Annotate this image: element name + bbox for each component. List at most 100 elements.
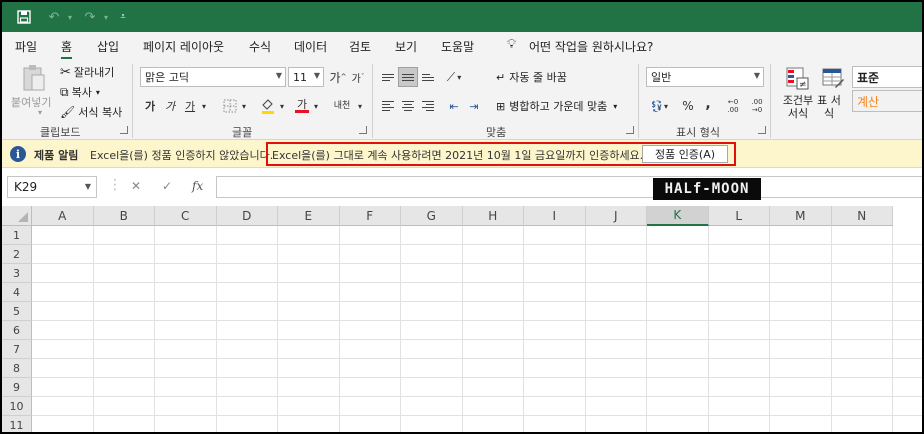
copy-button[interactable]: ⧉ 복사 ▾ [60, 84, 100, 100]
sheet-row[interactable] [32, 321, 922, 340]
row-header-1[interactable]: 1 [2, 226, 32, 245]
wrap-text-button[interactable]: ↵ 자동 줄 바꿈 [496, 69, 567, 85]
align-center-button[interactable] [398, 96, 418, 116]
format-as-table-button[interactable]: 표 서식 [815, 94, 843, 120]
customize-icon[interactable]: ⩡ [116, 7, 130, 27]
tab-home[interactable]: 홈 [61, 38, 73, 59]
underline-dropdown-icon[interactable]: ▾ [198, 96, 210, 116]
cut-button[interactable]: ✂ 잘라내기 [60, 64, 114, 80]
redo-dropdown-icon[interactable]: ▾ [100, 7, 112, 27]
column-header-h[interactable]: H [462, 206, 524, 226]
sheet-row[interactable] [32, 302, 922, 321]
worksheet-grid[interactable]: A B C D E F G H I J K L M N 1 2 3 4 5 6 7 8 9 10 11 [2, 206, 922, 432]
number-format-combo[interactable]: 일반 ▼ [646, 67, 764, 87]
clipboard-launcher-icon[interactable] [120, 126, 128, 134]
merge-center-button[interactable]: ⊞ 병합하고 가운데 맞춤 ▾ [496, 98, 617, 114]
fill-color-dropdown-icon[interactable]: ▾ [276, 96, 288, 116]
cancel-icon[interactable]: ✕ [131, 179, 141, 193]
format-painter-button[interactable]: 🖌︎ 서식 복사 [60, 104, 122, 120]
italic-button[interactable]: 가 [160, 96, 180, 116]
undo-dropdown-icon[interactable]: ▾ [64, 7, 76, 27]
font-size-combo[interactable]: 11 ▼ [288, 67, 324, 87]
column-header-j[interactable]: J [585, 206, 647, 226]
paste-dropdown-icon[interactable]: ▾ [38, 108, 42, 117]
increase-decimal-button[interactable]: ←0 .00 [722, 96, 744, 116]
formula-input[interactable] [216, 176, 922, 198]
column-header-i[interactable]: I [524, 206, 586, 226]
tell-me-search[interactable]: 어떤 작업을 원하시나요? [529, 38, 653, 55]
undo-icon[interactable]: ↶ [44, 7, 64, 27]
style-normal[interactable]: 표준 [852, 66, 922, 88]
underline-button[interactable]: 가 [180, 96, 200, 116]
column-header-m[interactable]: M [770, 206, 832, 226]
column-header-d[interactable]: D [216, 206, 278, 226]
bold-button[interactable]: 가 [140, 96, 160, 116]
tab-formulas[interactable]: 수식 [249, 38, 271, 55]
column-header-e[interactable]: E [278, 206, 340, 226]
align-left-button[interactable] [378, 96, 398, 116]
sheet-row[interactable] [32, 378, 922, 397]
chevron-down-icon[interactable]: ▼ [85, 182, 91, 191]
row-header-3[interactable]: 3 [2, 264, 32, 283]
sheet-row[interactable] [32, 359, 922, 378]
tab-review[interactable]: 검토 [349, 38, 371, 55]
font-color-dropdown-icon[interactable]: ▾ [310, 96, 322, 116]
row-header-5[interactable]: 5 [2, 302, 32, 321]
borders-button[interactable] [220, 96, 240, 116]
row-header-7[interactable]: 7 [2, 340, 32, 359]
sheet-row[interactable] [32, 283, 922, 302]
select-all-button[interactable] [2, 206, 32, 226]
column-header-l[interactable]: L [708, 206, 770, 226]
copy-dropdown-icon[interactable]: ▾ [96, 88, 100, 97]
alignment-launcher-icon[interactable] [626, 126, 634, 134]
phonetic-button[interactable]: 내천 [330, 94, 354, 114]
font-name-combo[interactable]: 맑은 고딕 ▼ [140, 67, 286, 87]
tab-help[interactable]: 도움말 [441, 38, 474, 55]
column-header-a[interactable]: A [32, 206, 94, 226]
accounting-format-button[interactable]: 💱︎ ▾ [646, 96, 672, 116]
save-icon[interactable] [14, 7, 34, 27]
percent-style-button[interactable]: % [678, 96, 698, 116]
sheet-row[interactable] [32, 397, 922, 416]
align-right-button[interactable] [418, 96, 438, 116]
sheet-row[interactable] [32, 264, 922, 283]
sheet-row[interactable] [32, 245, 922, 264]
tab-file[interactable]: 파일 [15, 38, 37, 55]
tab-view[interactable]: 보기 [395, 38, 417, 55]
tab-insert[interactable]: 삽입 [97, 38, 119, 55]
column-header-g[interactable]: G [401, 206, 463, 226]
font-launcher-icon[interactable] [359, 126, 367, 134]
row-header-9[interactable]: 9 [2, 378, 32, 397]
orientation-button[interactable]: ⟋ ▾ [444, 67, 464, 87]
align-top-button[interactable] [378, 67, 398, 87]
row-header-6[interactable]: 6 [2, 321, 32, 340]
shrink-font-button[interactable]: 가ˇ [348, 67, 368, 87]
enter-icon[interactable]: ✓ [162, 179, 172, 193]
activate-button[interactable]: 정품 인증(A) [642, 145, 728, 163]
row-header-10[interactable]: 10 [2, 397, 32, 416]
increase-indent-button[interactable]: ⇥ [464, 96, 484, 116]
row-header-11[interactable]: 11 [2, 416, 32, 432]
paste-button[interactable]: 붙여넣기 [11, 94, 51, 110]
decrease-decimal-button[interactable]: .00 →0 [746, 96, 768, 116]
row-header-8[interactable]: 8 [2, 359, 32, 378]
decrease-indent-button[interactable]: ⇤ [444, 96, 464, 116]
column-header-c[interactable]: C [155, 206, 217, 226]
phonetic-dropdown-icon[interactable]: ▾ [354, 96, 366, 116]
fill-color-button[interactable] [258, 96, 278, 116]
grow-font-button[interactable]: 가 ^ [328, 67, 348, 87]
column-header-n[interactable]: N [831, 206, 893, 226]
row-header-2[interactable]: 2 [2, 245, 32, 264]
row-header-4[interactable]: 4 [2, 283, 32, 302]
tab-page-layout[interactable]: 페이지 레이아웃 [143, 38, 224, 55]
redo-icon[interactable]: ↷ [80, 7, 100, 27]
insert-function-icon[interactable]: fx [192, 179, 203, 193]
name-box[interactable]: K29 ▼ [7, 176, 97, 198]
style-calculation[interactable]: 계산 [852, 90, 922, 112]
comma-style-button[interactable]: , [698, 94, 718, 114]
sheet-row[interactable] [32, 416, 922, 432]
column-header-f[interactable]: F [339, 206, 401, 226]
sheet-row[interactable] [32, 340, 922, 359]
font-color-button[interactable]: 가 [292, 96, 312, 116]
column-header-b[interactable]: B [93, 206, 155, 226]
